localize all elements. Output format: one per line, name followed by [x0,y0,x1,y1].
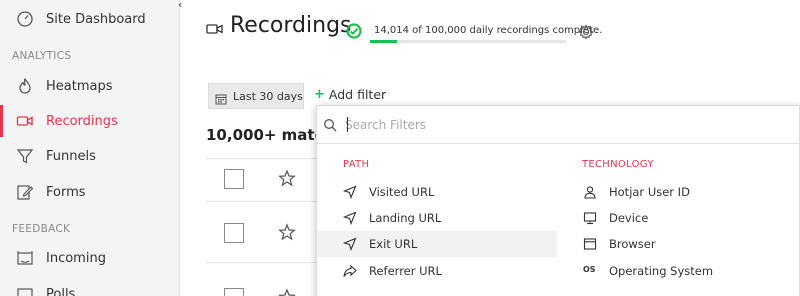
filter-option-device[interactable]: Device [575,205,795,231]
sidebar-section-feedback: FEEDBACK [12,223,71,235]
browser-window-icon [583,236,597,250]
sidebar-item-label: Polls [46,286,76,296]
sidebar-item-label: Incoming [46,250,106,266]
navigation-arrow-icon [342,236,357,252]
filter-dropdown: PATH Visited URL Landing URL Exit URL Re… [316,105,800,296]
poll-icon [16,285,34,296]
star-icon[interactable] [278,223,296,241]
sidebar-item-forms[interactable]: Forms [0,176,180,208]
add-filter-button[interactable]: + Add filter [314,87,386,102]
filter-option-label: Device [609,211,649,225]
plus-icon: + [314,87,325,102]
text-caret [347,117,348,132]
recordings-quota-text: 14,014 of 100,000 daily recordings compl… [374,25,603,36]
filter-option-label: Visited URL [369,185,435,199]
row-divider [206,262,316,263]
star-icon[interactable] [278,288,296,296]
date-range-label: Last 30 days [233,89,303,103]
filter-option-label: Landing URL [369,211,442,225]
filter-option-label: Operating System [609,264,714,278]
share-arrow-icon [343,263,357,277]
filter-option-landing-url[interactable]: Landing URL [335,205,557,231]
add-filter-label: Add filter [328,87,387,102]
incoming-feedback-icon [16,249,34,267]
sidebar-item-label: Recordings [46,113,118,129]
filter-option-operating-system[interactable]: OS Operating System [575,258,795,284]
sidebar-item-site-dashboard[interactable]: Site Dashboard [0,3,180,35]
monitor-icon [583,210,597,225]
search-icon [323,117,337,132]
form-edit-icon [16,183,34,201]
filter-option-exit-url[interactable]: Exit URL [317,231,557,257]
row-divider [206,158,316,159]
flame-icon [16,77,34,95]
sidebar-item-label: Forms [46,184,86,200]
progress-fill [370,40,398,43]
os-icon: OS [583,265,596,274]
sidebar-item-label: Heatmaps [46,78,113,94]
page-title: Recordings [230,13,352,38]
star-icon[interactable] [278,169,296,187]
filter-option-hotjar-user-id[interactable]: Hotjar User ID [575,179,795,205]
sidebar-item-label: Site Dashboard [46,11,146,27]
category-technology-title: TECHNOLOGY [582,159,654,170]
status-check-icon [346,23,362,39]
funnel-icon [16,147,34,165]
date-range-button[interactable]: Last 30 days [208,83,304,109]
filter-option-browser[interactable]: Browser [575,231,795,257]
navigation-arrow-icon [342,210,357,226]
row-divider [206,201,316,202]
search-filters-input[interactable] [345,114,785,136]
sidebar-item-funnels[interactable]: Funnels [0,140,180,172]
row-checkbox[interactable] [224,288,244,296]
sidebar-item-recordings[interactable]: Recordings [0,105,180,137]
filter-option-label: Hotjar User ID [609,185,690,199]
row-checkbox[interactable] [224,223,244,243]
sidebar: Site Dashboard ANALYTICS Heatmaps Record… [0,0,180,296]
category-path-title: PATH [343,159,370,170]
filter-option-visited-url[interactable]: Visited URL [335,179,557,205]
sidebar-section-analytics: ANALYTICS [12,50,72,62]
row-checkbox[interactable] [224,169,244,189]
filter-option-referrer-url[interactable]: Referrer URL [335,258,557,284]
filter-option-label: Browser [609,237,656,251]
sidebar-item-heatmaps[interactable]: Heatmaps [0,70,180,102]
video-camera-icon [16,112,34,130]
sidebar-item-incoming[interactable]: Incoming [0,242,180,274]
dashboard-gauge-icon [16,10,34,28]
video-camera-icon [206,20,224,38]
gear-icon[interactable] [578,24,594,40]
user-icon [583,184,597,199]
filter-search [317,106,800,144]
calendar-icon [215,90,227,105]
filter-option-label: Exit URL [369,237,418,251]
recordings-quota-progress [370,40,566,43]
chevron-left-icon[interactable]: ‹ [178,0,190,12]
sidebar-item-label: Funnels [46,148,96,164]
navigation-arrow-icon [342,184,357,200]
sidebar-item-polls[interactable]: Polls [0,278,180,296]
filter-option-label: Referrer URL [369,264,442,278]
